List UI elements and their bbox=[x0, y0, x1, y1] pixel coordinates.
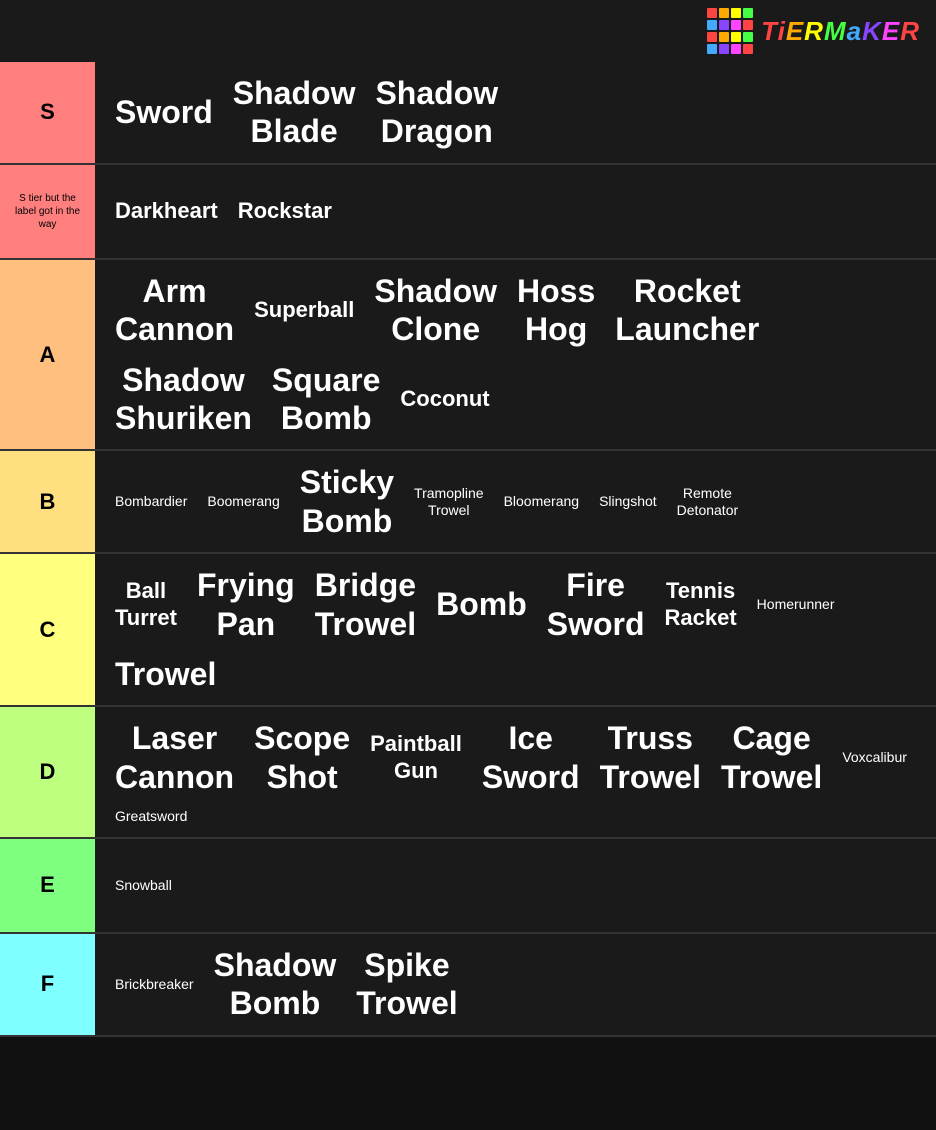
tier-item: SquareBomb bbox=[264, 357, 388, 442]
tier-item: Rockstar bbox=[230, 194, 340, 228]
logo-text: TiERMaKER bbox=[761, 16, 920, 47]
tier-item: Superball bbox=[246, 293, 362, 327]
logo-dot bbox=[707, 20, 717, 30]
tier-item: BallTurret bbox=[107, 574, 185, 635]
tier-item: RocketLauncher bbox=[607, 268, 767, 353]
logo-dot bbox=[707, 32, 717, 42]
logo-dot bbox=[719, 20, 729, 30]
logo-dot bbox=[719, 44, 729, 54]
tier-item: ShadowBlade bbox=[225, 70, 364, 155]
tier-content-e: Snowball bbox=[95, 839, 936, 932]
logo-dot bbox=[743, 8, 753, 18]
logo-dot bbox=[743, 20, 753, 30]
tier-item: Snowball bbox=[107, 873, 180, 898]
tier-item: Coconut bbox=[392, 382, 497, 416]
tier-item: ShadowBomb bbox=[206, 942, 345, 1027]
tier-item: FireSword bbox=[539, 562, 653, 647]
tier-item: TrussTrowel bbox=[592, 715, 709, 800]
tier-item: Trowel bbox=[107, 651, 224, 697]
tier-label-c: C bbox=[0, 554, 95, 705]
tiermaker-logo: TiERMaKER bbox=[707, 8, 920, 54]
logo-dot bbox=[731, 20, 741, 30]
tier-item: ShadowShuriken bbox=[107, 357, 260, 442]
tier-item: ShadowDragon bbox=[367, 70, 506, 155]
logo-dot bbox=[719, 8, 729, 18]
tier-content-d: LaserCannon ScopeShot PaintballGun IceSw… bbox=[95, 707, 936, 837]
tier-row-b: B Bombardier Boomerang StickyBomb Tramop… bbox=[0, 451, 936, 554]
tier-content-a: ArmCannon Superball ShadowClone HossHog … bbox=[95, 260, 936, 450]
tier-content-b: Bombardier Boomerang StickyBomb Tramopli… bbox=[95, 451, 936, 552]
tier-row-s: S Sword ShadowBlade ShadowDragon bbox=[0, 62, 936, 165]
tier-item: SpikeTrowel bbox=[348, 942, 465, 1027]
logo-dot bbox=[731, 44, 741, 54]
logo-dot bbox=[731, 32, 741, 42]
tier-item: ArmCannon bbox=[107, 268, 242, 353]
tier-content-s-note: Darkheart Rockstar bbox=[95, 165, 936, 258]
tier-item: Boomerang bbox=[199, 489, 287, 514]
tier-item: RemoteDetonator bbox=[669, 481, 746, 523]
tier-item: Bombardier bbox=[107, 489, 195, 514]
tier-row-s-note: S tier but the label got in the way Dark… bbox=[0, 165, 936, 260]
tier-item: BridgeTrowel bbox=[307, 562, 424, 647]
tier-item: Slingshot bbox=[591, 489, 665, 514]
tier-row-e: E Snowball bbox=[0, 839, 936, 934]
tier-label-d: D bbox=[0, 707, 95, 837]
header: TiERMaKER bbox=[0, 0, 936, 62]
tier-item: CageTrowel bbox=[713, 715, 830, 800]
tier-item: Darkheart bbox=[107, 194, 226, 228]
tier-item: ScopeShot bbox=[246, 715, 358, 800]
logo-dot bbox=[719, 32, 729, 42]
logo-grid bbox=[707, 8, 753, 54]
tier-row-a: A ArmCannon Superball ShadowClone HossHo… bbox=[0, 260, 936, 452]
tier-item: ShadowClone bbox=[366, 268, 505, 353]
tier-row-c: C BallTurret FryingPan BridgeTrowel Bomb… bbox=[0, 554, 936, 707]
tier-item: TramoplineTrowel bbox=[406, 481, 492, 523]
tier-label-b: B bbox=[0, 451, 95, 552]
tier-item: Bloomerang bbox=[496, 489, 588, 514]
logo-dot bbox=[743, 32, 753, 42]
tier-item: TennisRacket bbox=[657, 574, 745, 635]
tier-content-f: Brickbreaker ShadowBomb SpikeTrowel bbox=[95, 934, 936, 1035]
tier-item: StickyBomb bbox=[292, 459, 402, 544]
tier-item: IceSword bbox=[474, 715, 588, 800]
tier-item: Voxcalibur bbox=[834, 745, 915, 770]
logo-dot bbox=[743, 44, 753, 54]
app-container: TiERMaKER S Sword ShadowBlade ShadowDrag… bbox=[0, 0, 936, 1037]
logo-dot bbox=[707, 44, 717, 54]
tier-label-f: F bbox=[0, 934, 95, 1035]
tier-item: LaserCannon bbox=[107, 715, 242, 800]
logo-dot bbox=[707, 8, 717, 18]
tier-content-c: BallTurret FryingPan BridgeTrowel Bomb F… bbox=[95, 554, 936, 705]
tier-item: Bomb bbox=[428, 581, 535, 627]
tier-item: Greatsword bbox=[107, 804, 195, 829]
tier-item: Brickbreaker bbox=[107, 972, 202, 997]
tier-row-f: F Brickbreaker ShadowBomb SpikeTrowel bbox=[0, 934, 936, 1037]
tier-item: Sword bbox=[107, 89, 221, 135]
tier-label-s: S bbox=[0, 62, 95, 163]
tier-item: HossHog bbox=[509, 268, 603, 353]
tier-item: FryingPan bbox=[189, 562, 303, 647]
tier-label-a: A bbox=[0, 260, 95, 450]
tier-item: Homerunner bbox=[749, 592, 843, 617]
logo-dot bbox=[731, 8, 741, 18]
tier-label-s-note: S tier but the label got in the way bbox=[0, 165, 95, 258]
tier-item: PaintballGun bbox=[362, 727, 470, 788]
tier-label-e: E bbox=[0, 839, 95, 932]
tier-content-s: Sword ShadowBlade ShadowDragon bbox=[95, 62, 936, 163]
tier-row-d: D LaserCannon ScopeShot PaintballGun Ice… bbox=[0, 707, 936, 839]
